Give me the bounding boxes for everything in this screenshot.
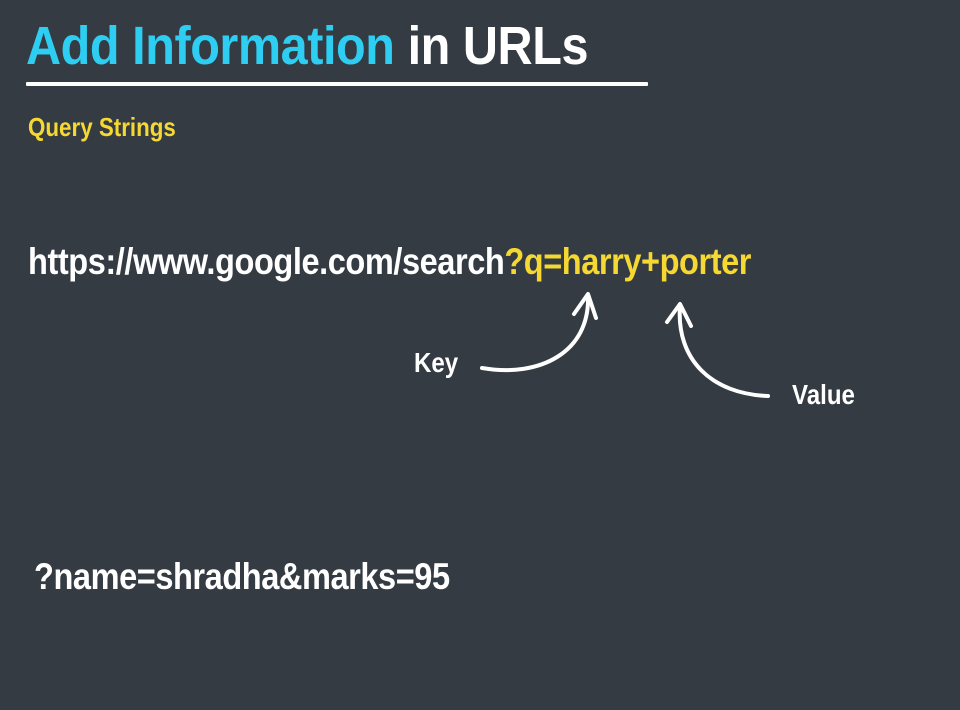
key-label: Key [414, 347, 459, 378]
annotation-arrows [480, 292, 770, 398]
value-arrow-icon [665, 302, 770, 398]
key-arrow-icon [480, 292, 598, 373]
slide: Add Information in URLs Query Strings ht… [0, 0, 960, 710]
query-string-example: ?name=shradha&marks=95 [34, 556, 450, 597]
value-label: Value [792, 379, 855, 410]
